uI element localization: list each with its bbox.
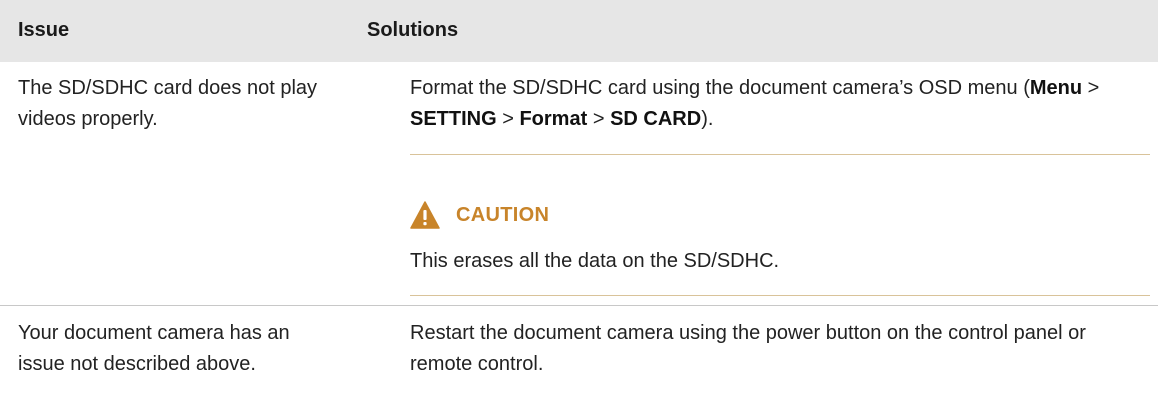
sd-card-label: SD CARD: [610, 108, 702, 130]
format-label: Format: [519, 108, 588, 130]
caution-top-rule: [410, 154, 1150, 155]
solution-text-end: ).: [701, 108, 714, 130]
row-1-issue: The SD/SDHC card does not play videos pr…: [18, 77, 318, 130]
row-2-issue: Your document camera has an issue not de…: [18, 322, 290, 375]
troubleshooting-table: Issue Solutions The SD/SDHC card does no…: [0, 0, 1158, 400]
caution-text: This erases all the data on the SD/SDHC.: [410, 250, 780, 272]
setting-label: SETTING: [410, 108, 497, 130]
menu-label: Menu: [1029, 77, 1083, 99]
row-1-solution: Format the SD/SDHC card using the docume…: [410, 73, 1150, 135]
row-2-solution: Restart the document camera using the po…: [410, 322, 1086, 375]
header-issue: Issue: [18, 19, 70, 41]
caution-heading: CAUTION: [410, 200, 549, 230]
row-divider: [0, 305, 1158, 306]
caution-title: CAUTION: [456, 203, 550, 226]
warning-triangle-icon: [410, 201, 440, 229]
separator: >: [587, 108, 611, 130]
table-header: Issue Solutions: [0, 0, 1158, 62]
header-solutions: Solutions: [367, 19, 459, 41]
separator: >: [496, 108, 520, 130]
separator: >: [1082, 77, 1100, 99]
solution-text: Format the SD/SDHC card using the docume…: [410, 77, 1030, 99]
caution-bottom-rule: [410, 295, 1150, 296]
